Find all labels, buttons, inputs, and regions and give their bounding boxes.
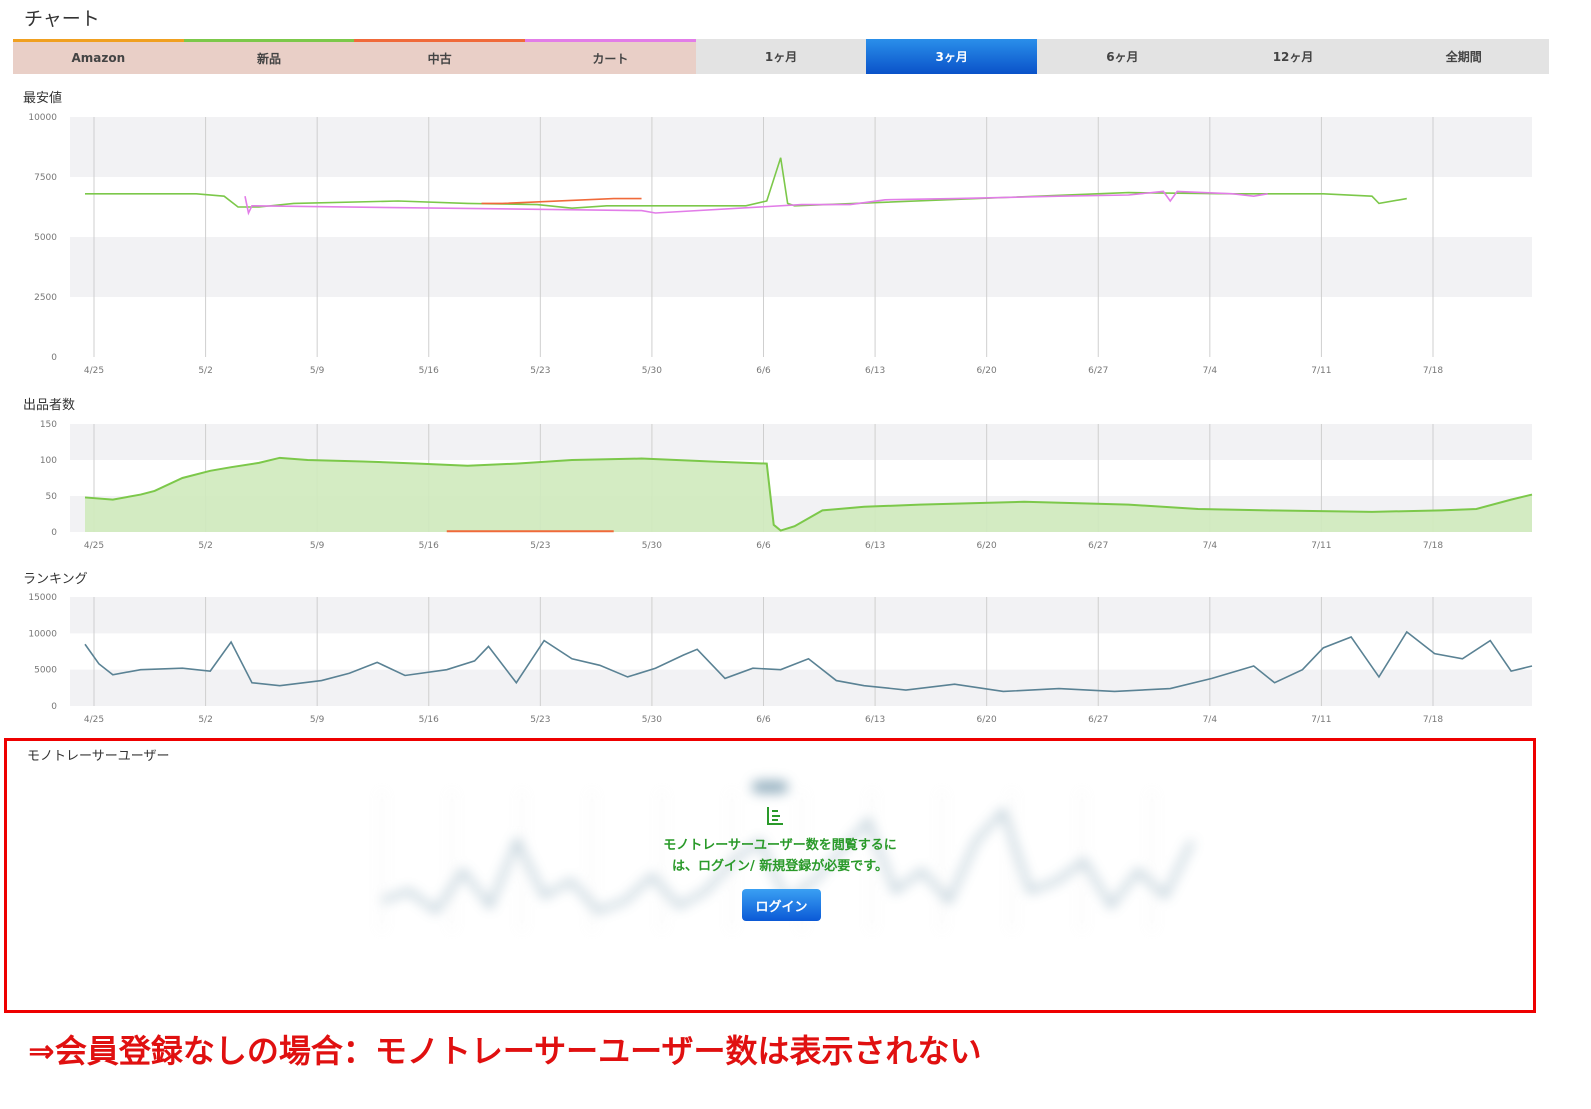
x-tick-label: 5/23	[530, 366, 550, 376]
x-tick-label: 4/25	[84, 366, 104, 376]
x-tick-label: 6/27	[1088, 715, 1108, 725]
x-tick-label: 7/18	[1423, 541, 1443, 551]
series-area	[85, 457, 1532, 532]
series-line	[481, 197, 642, 205]
filter-tab-cart[interactable]: カート	[525, 39, 696, 74]
y-tick-label: 100	[40, 456, 57, 466]
filter-tab-label: 新品	[257, 51, 282, 66]
x-tick-label: 4/25	[84, 541, 104, 551]
x-tick-label: 5/2	[198, 541, 212, 551]
x-tick-label: 5/9	[310, 366, 325, 376]
y-tick-label: 2500	[34, 293, 57, 303]
login-button[interactable]: ログイン	[742, 889, 821, 921]
blur-tab	[752, 781, 788, 793]
filter-tab-label: カート	[592, 51, 629, 66]
y-tick-label: 0	[51, 702, 57, 712]
x-tick-label: 6/13	[865, 541, 885, 551]
x-tick-label: 5/30	[642, 715, 662, 725]
x-tick-label: 6/13	[865, 366, 885, 376]
x-tick-label: 6/6	[756, 541, 771, 551]
period-tab-3m[interactable]: 3ヶ月	[866, 39, 1038, 74]
grid-band	[70, 669, 1532, 706]
period-tab-label: 3ヶ月	[935, 50, 968, 64]
x-tick-label: 5/30	[642, 366, 662, 376]
filter-tab-used[interactable]: 中古	[354, 39, 526, 74]
y-tick-label: 15000	[28, 593, 57, 603]
x-tick-label: 6/27	[1088, 541, 1108, 551]
grid-band	[70, 117, 1532, 177]
filter-tab-new[interactable]: 新品	[183, 39, 355, 74]
y-tick-label: 10000	[28, 113, 57, 123]
period-tab-label: 6ヶ月	[1106, 50, 1139, 64]
x-tick-label: 5/2	[198, 366, 212, 376]
x-tick-label: 7/4	[1203, 541, 1218, 551]
login-required-message: モノトレーサーユーザー数を閲覧するに は、ログイン/ 新規登録が必要です。	[540, 835, 1020, 877]
x-tick-label: 6/20	[977, 366, 997, 376]
y-tick-label: 0	[51, 528, 57, 538]
x-tick-label: 5/16	[419, 366, 439, 376]
grid-band	[70, 424, 1532, 460]
x-tick-label: 6/20	[977, 541, 997, 551]
period-tab-12m[interactable]: 12ヶ月	[1207, 39, 1379, 74]
y-tick-label: 0	[51, 353, 57, 363]
x-tick-label: 5/2	[198, 715, 212, 725]
period-tab-6m[interactable]: 6ヶ月	[1037, 39, 1208, 74]
y-tick-label: 5000	[34, 233, 57, 243]
y-tick-label: 50	[46, 492, 58, 502]
y-tick-label: 7500	[34, 173, 57, 183]
x-tick-label: 5/16	[419, 715, 439, 725]
x-tick-label: 7/11	[1311, 715, 1331, 725]
x-tick-label: 6/13	[865, 715, 885, 725]
lowest-price-chart: 4/25 5/2 5/9 5/16 5/23 5/30 6/6 6/13 6/20 6/27 7/4…	[28, 113, 1532, 376]
y-tick-label: 10000	[28, 629, 57, 639]
x-tick-label: 7/11	[1311, 541, 1331, 551]
monotracer-users-label: モノトレーサーユーザー	[27, 749, 170, 764]
x-tick-label: 5/16	[419, 541, 439, 551]
period-tab-label: 全期間	[1445, 50, 1482, 64]
y-tick-label: 150	[40, 420, 57, 430]
x-tick-label: 5/9	[310, 541, 325, 551]
x-tick-label: 5/9	[310, 715, 325, 725]
filter-tab-label: Amazon	[71, 51, 126, 65]
x-tick-label: 6/20	[977, 715, 997, 725]
seller-count-chart: 4/25 5/2 5/9 5/16 5/23 5/30 6/6 6/13 6/20 6/27 7/4…	[40, 420, 1533, 551]
annotation-note: ⇒会員登録なしの場合：モノトレーサーユーザー数は表示されない	[28, 1032, 982, 1070]
grid-band	[70, 597, 1532, 634]
period-tab-label: 12ヶ月	[1272, 50, 1314, 64]
x-tick-label: 7/4	[1203, 715, 1218, 725]
period-tab-label: 1ヶ月	[764, 50, 798, 64]
login-required-line2: は、ログイン/ 新規登録が必要です。	[672, 859, 888, 874]
chart-tab-bar: Amazon 新品 中古 カート 1ヶ月 3ヶ月 6ヶ月 12ヶ月 全期間	[13, 39, 1550, 74]
x-tick-label: 7/4	[1203, 366, 1218, 376]
filter-tab-label: 中古	[427, 51, 452, 66]
period-tab-all[interactable]: 全期間	[1378, 39, 1550, 74]
ranking-chart: 4/25 5/2 5/9 5/16 5/23 5/30 6/6 6/13 6/20 6/27 7/4…	[28, 593, 1533, 725]
x-tick-label: 6/6	[756, 715, 771, 725]
page-title: チャート	[24, 8, 100, 30]
series-line	[244, 190, 1268, 216]
x-tick-label: 5/30	[642, 541, 662, 551]
x-tick-label: 7/18	[1423, 715, 1443, 725]
chart-lock-icon	[767, 807, 783, 825]
x-tick-label: 7/11	[1311, 366, 1331, 376]
x-tick-label: 5/23	[530, 541, 550, 551]
x-tick-label: 6/6	[756, 366, 771, 376]
x-tick-label: 4/25	[84, 715, 104, 725]
login-required-line1: モノトレーサーユーザー数を閲覧するに	[663, 838, 897, 853]
x-tick-label: 5/23	[530, 715, 550, 725]
grid-band	[70, 237, 1532, 297]
y-tick-label: 5000	[34, 666, 57, 676]
x-tick-label: 7/18	[1423, 366, 1443, 376]
filter-tab-amazon[interactable]: Amazon	[13, 39, 184, 74]
period-tab-1m[interactable]: 1ヶ月	[695, 39, 867, 74]
x-tick-label: 6/27	[1088, 366, 1108, 376]
